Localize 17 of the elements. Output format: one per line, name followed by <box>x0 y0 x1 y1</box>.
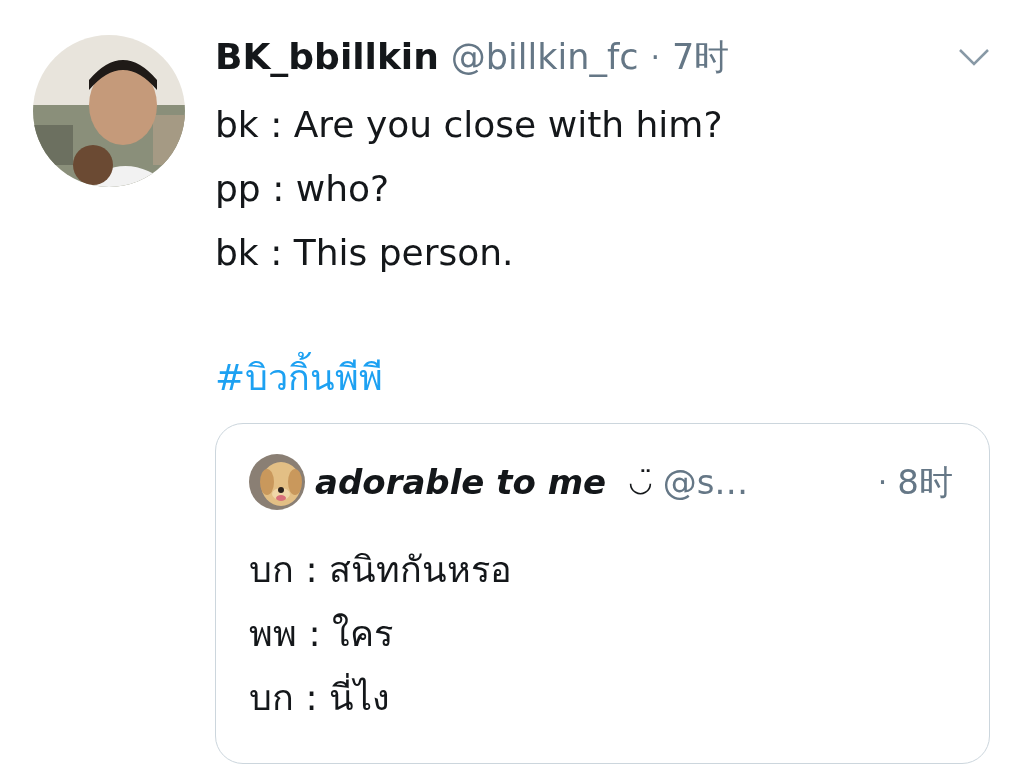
quoted-timestamp: 8时 <box>897 460 953 504</box>
author-name: BK_bbillkin <box>215 35 439 79</box>
tweet-text-line: bk : Are you close with him? <box>215 103 724 147</box>
quoted-author-name: adorable to me <box>315 460 607 504</box>
timestamp: 7时 <box>672 35 730 79</box>
author-handle: @billkin_fc <box>450 35 639 79</box>
quoted-text-line: บก : นี่ไง <box>249 666 953 730</box>
quoted-text-line: บก : สนิทกันหรอ <box>249 548 513 592</box>
tweet-text-line: pp : who? <box>215 167 391 211</box>
quoted-tweet-card[interactable]: adorable to me ◡̈ @s… · 8时 บก : สนิทกันหรอ พพ : ใคร บก : นี่ไง <box>215 423 990 764</box>
separator: · <box>877 463 888 502</box>
quoted-text-line: พพ : ใคร <box>249 612 394 656</box>
emoji: ◡̈ <box>628 464 653 500</box>
tweet-text-line: bk : This person. <box>215 231 515 275</box>
separator: · <box>650 38 660 77</box>
chevron-down-icon[interactable] <box>958 47 990 67</box>
quoted-author-handle: @s… <box>662 460 749 504</box>
